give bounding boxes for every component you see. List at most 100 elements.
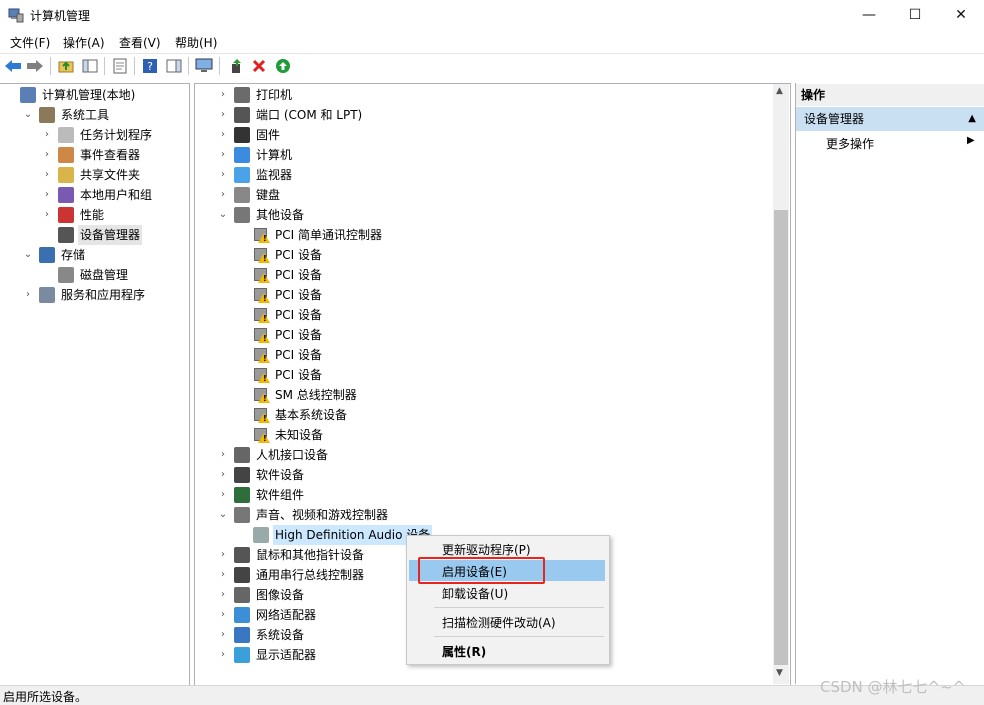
chevron-right-icon[interactable]: › bbox=[42, 145, 52, 165]
chevron-down-icon[interactable]: ⌄ bbox=[23, 105, 33, 125]
ctx-uninstall-device[interactable]: 卸载设备(U) bbox=[442, 585, 508, 602]
scrollbar-thumb[interactable] bbox=[774, 210, 788, 665]
tree-item[interactable]: › 图像设备 bbox=[218, 585, 306, 605]
update-driver-icon[interactable] bbox=[228, 57, 246, 75]
ctx-scan-hardware[interactable]: 扫描检测硬件改动(A) bbox=[442, 614, 556, 631]
chevron-right-icon[interactable]: › bbox=[218, 465, 228, 485]
chevron-right-icon[interactable]: › bbox=[218, 445, 228, 465]
menu-file[interactable]: 文件(F) bbox=[10, 34, 50, 51]
tree-item[interactable]: ! PCI 设备 bbox=[237, 365, 324, 385]
enable-device-icon[interactable] bbox=[274, 57, 292, 75]
tree-item[interactable]: › 打印机 bbox=[218, 85, 294, 105]
tree-item[interactable]: ⌄ 系统工具 bbox=[23, 105, 111, 125]
tree-item[interactable]: ⌄ 其他设备 bbox=[218, 205, 306, 225]
tree-item[interactable]: › 计算机 bbox=[218, 145, 294, 165]
chevron-down-icon[interactable]: ⌄ bbox=[23, 245, 33, 265]
tree-item[interactable]: High Definition Audio 设备 bbox=[237, 525, 433, 545]
chevron-right-icon[interactable]: › bbox=[42, 205, 52, 225]
chevron-right-icon[interactable]: › bbox=[218, 485, 228, 505]
computer-monitor-icon[interactable] bbox=[195, 57, 213, 75]
uninstall-icon[interactable] bbox=[250, 57, 268, 75]
show-hide-action-pane-icon[interactable] bbox=[165, 57, 183, 75]
chevron-right-icon[interactable]: › bbox=[42, 125, 52, 145]
more-actions[interactable]: 更多操作 bbox=[826, 134, 874, 154]
tree-item[interactable]: ! SM 总线控制器 bbox=[237, 385, 359, 405]
chevron-down-icon[interactable]: ⌄ bbox=[218, 505, 228, 525]
tree-item[interactable]: › 网络适配器 bbox=[218, 605, 318, 625]
chevron-right-icon[interactable]: › bbox=[218, 145, 228, 165]
tree-item[interactable]: › 显示适配器 bbox=[218, 645, 318, 665]
tree-item[interactable]: 计算机管理(本地) bbox=[4, 85, 137, 105]
tree-item[interactable]: ⌄ 声音、视频和游戏控制器 bbox=[218, 505, 390, 525]
chevron-right-icon[interactable]: › bbox=[218, 125, 228, 145]
up-folder-icon[interactable] bbox=[57, 57, 75, 75]
tree-item[interactable]: › 任务计划程序 bbox=[42, 125, 154, 145]
tree-item[interactable]: ! PCI 设备 bbox=[237, 325, 324, 345]
chevron-right-icon[interactable]: › bbox=[218, 645, 228, 665]
menu-help[interactable]: 帮助(H) bbox=[175, 34, 217, 51]
tree-item[interactable]: ! PCI 设备 bbox=[237, 245, 324, 265]
ctx-properties[interactable]: 属性(R) bbox=[442, 643, 486, 660]
chevron-right-icon[interactable]: › bbox=[23, 285, 33, 305]
properties-icon[interactable] bbox=[111, 57, 129, 75]
tree-item[interactable]: › 鼠标和其他指针设备 bbox=[218, 545, 366, 565]
chevron-down-icon[interactable]: ⌄ bbox=[218, 205, 228, 225]
menu-action[interactable]: 操作(A) bbox=[63, 34, 105, 51]
tree-item[interactable]: ! PCI 设备 bbox=[237, 345, 324, 365]
chevron-right-icon[interactable]: › bbox=[218, 185, 228, 205]
tree-item[interactable]: › 性能 bbox=[42, 205, 106, 225]
tree-item[interactable]: › 软件设备 bbox=[218, 465, 306, 485]
collapse-up-icon[interactable]: ▲ bbox=[968, 107, 976, 131]
tree-item[interactable]: ! 未知设备 bbox=[237, 425, 325, 445]
chevron-right-icon[interactable]: › bbox=[218, 165, 228, 185]
minimize-button[interactable]: — bbox=[846, 0, 892, 30]
warning-device-icon: ! bbox=[253, 407, 270, 423]
tree-item[interactable]: ! PCI 设备 bbox=[237, 305, 324, 325]
chevron-right-icon[interactable]: › bbox=[218, 105, 228, 125]
tree-item[interactable]: › 端口 (COM 和 LPT) bbox=[218, 105, 364, 125]
tree-item[interactable]: ! PCI 设备 bbox=[237, 285, 324, 305]
chevron-right-icon[interactable]: › bbox=[218, 565, 228, 585]
scroll-down-icon[interactable]: ▼ bbox=[776, 668, 783, 678]
tree-item[interactable]: › 服务和应用程序 bbox=[23, 285, 147, 305]
chevron-right-icon[interactable]: › bbox=[218, 585, 228, 605]
tree-item[interactable]: › 通用串行总线控制器 bbox=[218, 565, 366, 585]
tree-item[interactable]: 磁盘管理 bbox=[42, 265, 130, 285]
tree-item[interactable]: › 人机接口设备 bbox=[218, 445, 330, 465]
performance-icon bbox=[58, 207, 74, 223]
tools-icon bbox=[39, 107, 55, 123]
close-button[interactable]: ✕ bbox=[938, 0, 984, 30]
chevron-right-icon[interactable]: › bbox=[218, 605, 228, 625]
svg-text:?: ? bbox=[147, 60, 153, 73]
actions-section-device-manager[interactable]: 设备管理器 ▲ bbox=[796, 107, 984, 131]
forward-arrow-icon[interactable] bbox=[26, 57, 44, 75]
tree-item[interactable]: 设备管理器 bbox=[42, 225, 143, 245]
chevron-right-icon[interactable]: › bbox=[42, 165, 52, 185]
tree-item[interactable]: › 本地用户和组 bbox=[42, 185, 154, 205]
chevron-right-icon[interactable]: › bbox=[42, 185, 52, 205]
tree-item[interactable]: › 事件查看器 bbox=[42, 145, 142, 165]
watermark: CSDN @林七七^~^ bbox=[820, 678, 966, 696]
tree-item[interactable]: ! PCI 设备 bbox=[237, 265, 324, 285]
maximize-button[interactable]: ☐ bbox=[892, 0, 938, 30]
tree-item[interactable]: › 软件组件 bbox=[218, 485, 306, 505]
chevron-right-icon[interactable]: › bbox=[218, 625, 228, 645]
tree-item[interactable]: ! PCI 简单通讯控制器 bbox=[237, 225, 384, 245]
tree-item[interactable]: ! 基本系统设备 bbox=[237, 405, 349, 425]
tree-item[interactable]: ⌄ 存储 bbox=[23, 245, 87, 265]
chevron-right-icon[interactable]: › bbox=[218, 545, 228, 565]
tree-item[interactable]: › 共享文件夹 bbox=[42, 165, 142, 185]
back-arrow-icon[interactable] bbox=[4, 57, 22, 75]
tree-item[interactable]: › 系统设备 bbox=[218, 625, 306, 645]
computer-management-icon bbox=[8, 8, 24, 23]
toolbar-separator bbox=[104, 57, 105, 75]
tree-item[interactable]: › 键盘 bbox=[218, 185, 282, 205]
chevron-right-icon[interactable]: › bbox=[218, 85, 228, 105]
ctx-update-driver[interactable]: 更新驱动程序(P) bbox=[442, 541, 531, 558]
menu-view[interactable]: 查看(V) bbox=[119, 34, 161, 51]
tree-item[interactable]: › 监视器 bbox=[218, 165, 294, 185]
tree-item[interactable]: › 固件 bbox=[218, 125, 282, 145]
scroll-up-icon[interactable]: ▲ bbox=[776, 86, 783, 96]
help-icon[interactable]: ? bbox=[141, 57, 159, 75]
show-hide-console-tree-icon[interactable] bbox=[81, 57, 99, 75]
